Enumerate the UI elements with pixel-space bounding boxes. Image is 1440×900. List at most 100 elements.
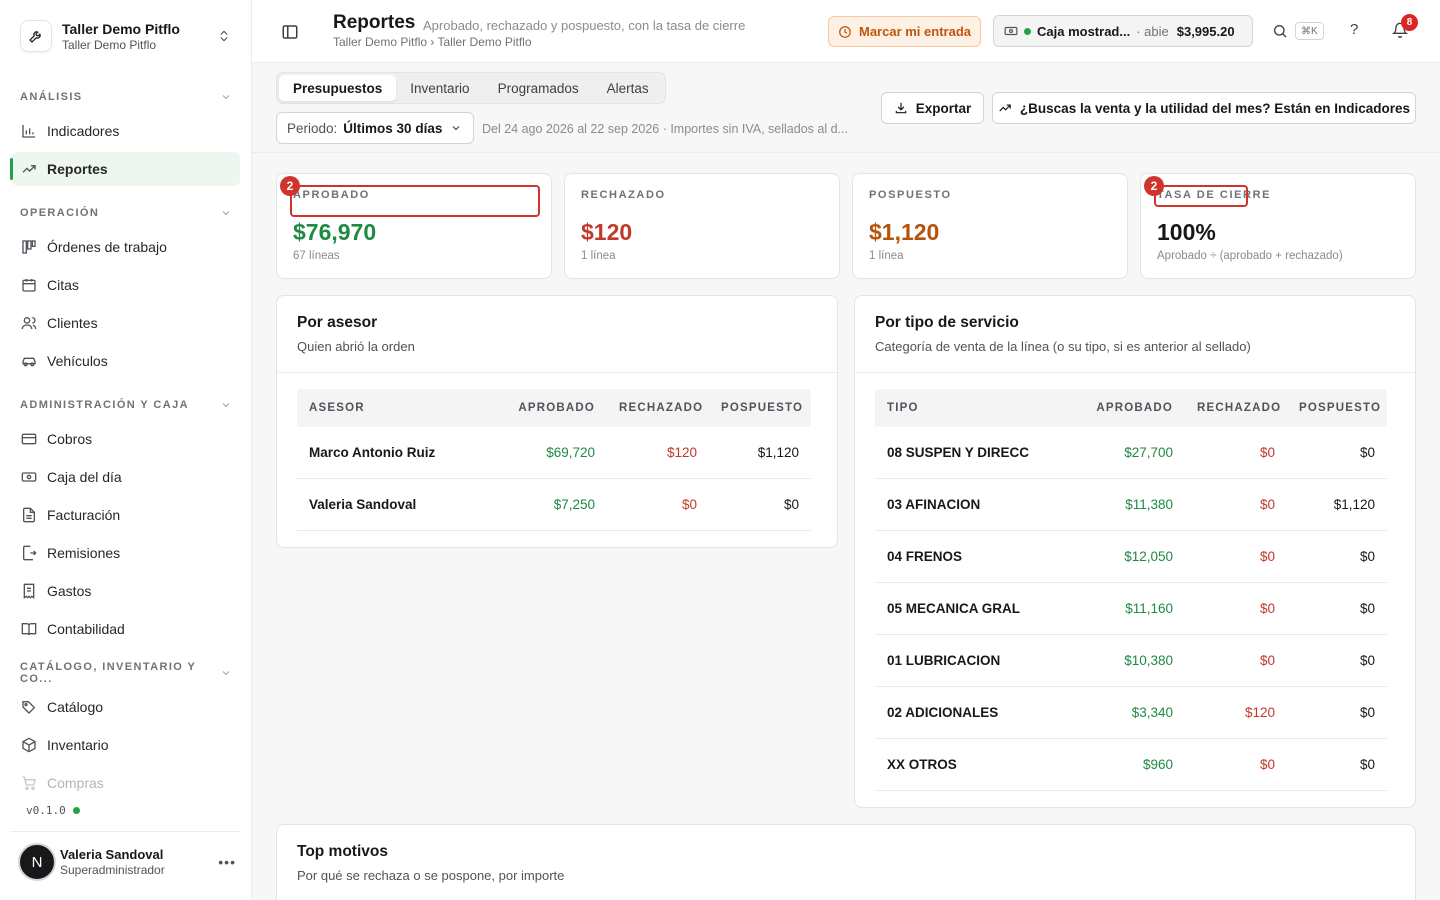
tab-alertas[interactable]: Alertas: [593, 75, 663, 101]
cell-aprobado: $27,700: [1124, 445, 1173, 460]
kanban-icon: [20, 238, 38, 256]
download-icon: [894, 101, 908, 115]
sidebar-item-catalogo[interactable]: Catálogo: [12, 690, 240, 724]
card-subtitle: Quien abrió la orden: [297, 339, 415, 354]
section-analisis[interactable]: Análisis: [12, 83, 240, 111]
sidebar-item-label: Órdenes de trabajo: [47, 239, 167, 255]
sidebar-item-cobros[interactable]: Cobros: [12, 422, 240, 456]
sidebar-item-vehiculos[interactable]: Vehículos: [12, 344, 240, 378]
more-horizontal-icon[interactable]: •••: [218, 854, 236, 870]
table-row[interactable]: XX OTROS $960 $0 $0: [875, 739, 1387, 791]
workspace-subtitle: Taller Demo Pitflo: [62, 37, 157, 52]
cell-tipo: 08 SUSPEN Y DIRECC: [887, 445, 1030, 460]
period-select[interactable]: Periodo: Últimos 30 días: [276, 112, 474, 144]
table-row[interactable]: 08 SUSPEN Y DIRECC $27,700 $0 $0: [875, 427, 1387, 479]
column-header[interactable]: Tipo: [875, 402, 1075, 414]
section-operacion[interactable]: Operación: [12, 199, 240, 227]
table-row[interactable]: 03 AFINACION $11,380 $0 $1,120: [875, 479, 1387, 531]
column-header[interactable]: Pospuesto: [709, 402, 811, 414]
cell-pospuesto: $0: [1359, 653, 1375, 668]
card-por-tipo: Por tipo de servicio Categoría de venta …: [854, 295, 1416, 808]
section-catalogo[interactable]: Catálogo, inventario y co...: [12, 659, 240, 687]
receipt-icon: [20, 582, 38, 600]
cell-pospuesto: $1,120: [757, 445, 799, 460]
period-label: Periodo:: [287, 120, 338, 136]
sidebar-item-compras[interactable]: Compras: [12, 766, 240, 800]
table-row[interactable]: 04 FRENOS $12,050 $0 $0: [875, 531, 1387, 583]
workspace-switcher[interactable]: Taller Demo Pitflo Taller Demo Pitflo: [12, 10, 240, 62]
table-row[interactable]: Marco Antonio Ruiz $69,720 $120 $1,120: [297, 427, 811, 479]
cell-pospuesto: $0: [1359, 445, 1375, 460]
user-menu[interactable]: N Valeria Sandoval Superadministrador ••…: [18, 842, 242, 882]
sidebar-item-ordenes[interactable]: Órdenes de trabajo: [12, 230, 240, 264]
users-icon: [20, 314, 38, 332]
sidebar-item-reportes[interactable]: Reportes: [10, 152, 240, 186]
table-row[interactable]: 05 MECANICA GRAL $11,160 $0 $0: [875, 583, 1387, 635]
kpi-value: $1,120: [869, 219, 940, 245]
report-toolbar: Presupuestos Inventario Programados Aler…: [252, 63, 1440, 153]
table-header: Tipo Aprobado Rechazado Pospuesto: [875, 389, 1387, 427]
divider: [277, 372, 837, 373]
clock-in-button[interactable]: Marcar mi entrada: [828, 16, 981, 47]
card-top-motivos: Top motivos Por qué se rechaza o se posp…: [276, 824, 1416, 900]
credit-card-icon: [20, 430, 38, 448]
table-row[interactable]: 01 LUBRICACION $10,380 $0 $0: [875, 635, 1387, 687]
cash-register-selector[interactable]: Caja mostrad... · abie $3,995.20: [993, 15, 1253, 47]
cell-tipo: 03 AFINACION: [887, 497, 981, 512]
cell-aprobado: $7,250: [553, 497, 595, 512]
cell-aprobado: $960: [1142, 757, 1173, 772]
column-header[interactable]: Aprobado: [1075, 402, 1185, 414]
asesor-table: Asesor Aprobado Rechazado Pospuesto Marc…: [297, 389, 811, 531]
column-header[interactable]: Aprobado: [501, 402, 607, 414]
column-header[interactable]: Pospuesto: [1287, 402, 1387, 414]
highlight-box: [290, 185, 540, 217]
sidebar-item-facturacion[interactable]: Facturación: [12, 498, 240, 532]
workspace-name: Taller Demo Pitflo: [62, 20, 180, 37]
column-header[interactable]: Asesor: [297, 402, 501, 414]
sidebar-item-label: Vehículos: [47, 353, 108, 369]
section-administracion[interactable]: Administración y caja: [12, 391, 240, 419]
cell-pospuesto: $0: [1359, 757, 1375, 772]
cell-rechazado: $0: [1259, 549, 1275, 564]
sidebar-item-clientes[interactable]: Clientes: [12, 306, 240, 340]
sidebar-item-caja[interactable]: Caja del día: [12, 460, 240, 494]
column-header[interactable]: Rechazado: [1185, 402, 1287, 414]
column-header[interactable]: Rechazado: [607, 402, 709, 414]
tab-programados[interactable]: Programados: [484, 75, 593, 101]
sidebar-item-indicadores[interactable]: Indicadores: [12, 114, 240, 148]
breadcrumb[interactable]: Taller Demo Pitflo › Taller Demo Pitflo: [333, 35, 532, 49]
chevron-down-icon: [220, 399, 232, 411]
cell-rechazado: $0: [1259, 757, 1275, 772]
highlight-box: [1154, 185, 1248, 207]
page-title: Reportes: [333, 12, 416, 33]
period-value: Últimos 30 días: [343, 120, 443, 136]
search-icon[interactable]: [1272, 23, 1288, 39]
card-title: Top motivos: [297, 843, 388, 860]
sidebar-item-label: Clientes: [47, 315, 98, 331]
kpi-label: Rechazado: [581, 189, 666, 201]
tab-inventario[interactable]: Inventario: [396, 75, 483, 101]
cell-tipo: XX OTROS: [887, 757, 957, 772]
table-row[interactable]: 02 ADICIONALES $3,340 $120 $0: [875, 687, 1387, 739]
sidebar: Taller Demo Pitflo Taller Demo Pitflo An…: [0, 0, 252, 900]
avatar: N: [18, 843, 56, 881]
cell-pospuesto: $0: [1359, 601, 1375, 616]
sidebar-item-citas[interactable]: Citas: [12, 268, 240, 302]
card-por-asesor: Por asesor Quien abrió la orden Asesor A…: [276, 295, 838, 548]
sidebar-item-inventario[interactable]: Inventario: [12, 728, 240, 762]
sidebar-item-remisiones[interactable]: Remisiones: [12, 536, 240, 570]
indicators-link-button[interactable]: ¿Buscas la venta y la utilidad del mes? …: [992, 92, 1416, 124]
help-icon[interactable]: ?: [1350, 21, 1358, 38]
cell-rechazado: $120: [1244, 705, 1275, 720]
book-icon: [20, 620, 38, 638]
sidebar-item-contabilidad[interactable]: Contabilidad: [12, 612, 240, 646]
kpi-card-tasa-cierre: Tasa de cierre 100% Aprobado ÷ (aprobado…: [1140, 173, 1416, 279]
export-button[interactable]: Exportar: [881, 92, 984, 124]
table-row[interactable]: Valeria Sandoval $7,250 $0 $0: [297, 479, 811, 531]
sidebar-toggle-icon[interactable]: [280, 22, 300, 42]
tab-presupuestos[interactable]: Presupuestos: [279, 75, 397, 101]
table-header: Asesor Aprobado Rechazado Pospuesto: [297, 389, 811, 427]
register-amount: $3,995.20: [1176, 23, 1235, 39]
sidebar-item-gastos[interactable]: Gastos: [12, 574, 240, 608]
cell-rechazado: $0: [1259, 601, 1275, 616]
